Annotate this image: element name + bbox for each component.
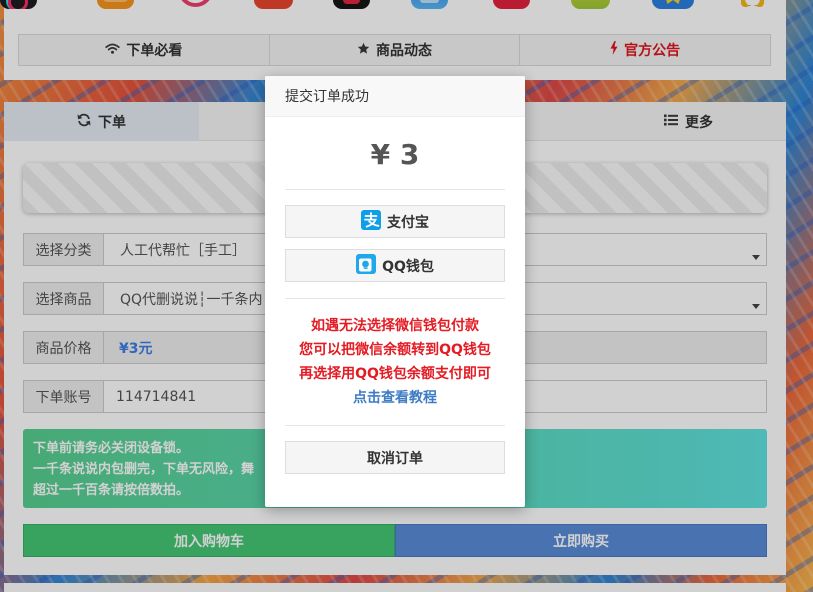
divider	[285, 298, 505, 299]
cancel-order-button[interactable]: 取消订单	[285, 441, 505, 474]
qq-wallet-label: QQ钱包	[382, 258, 434, 275]
alipay-icon	[361, 209, 381, 234]
modal-header: 提交订单成功	[265, 76, 525, 117]
order-success-modal: 提交订单成功 ¥ 3 支付宝 QQ钱包 如遇无法选择微信钱包付款 您可以把微信余…	[265, 76, 525, 507]
alipay-label: 支付宝	[387, 214, 429, 231]
qq-wallet-icon	[356, 253, 377, 278]
tip-line: 您可以把微信余额转到QQ钱包	[299, 342, 491, 358]
divider	[285, 425, 505, 426]
modal-title: 提交订单成功	[285, 89, 369, 105]
tutorial-link[interactable]: 点击查看教程	[265, 386, 525, 410]
order-amount: ¥ 3	[370, 138, 420, 171]
cancel-label: 取消订单	[367, 450, 423, 467]
qq-wallet-button[interactable]: QQ钱包	[285, 249, 505, 282]
divider	[285, 189, 505, 190]
alipay-button[interactable]: 支付宝	[285, 205, 505, 238]
tip-line: 再选择用QQ钱包余额支付即可	[299, 366, 491, 382]
payment-tips: 如遇无法选择微信钱包付款 您可以把微信余额转到QQ钱包 再选择用QQ钱包余额支付…	[265, 314, 525, 410]
tip-line: 如遇无法选择微信钱包付款	[311, 318, 479, 334]
